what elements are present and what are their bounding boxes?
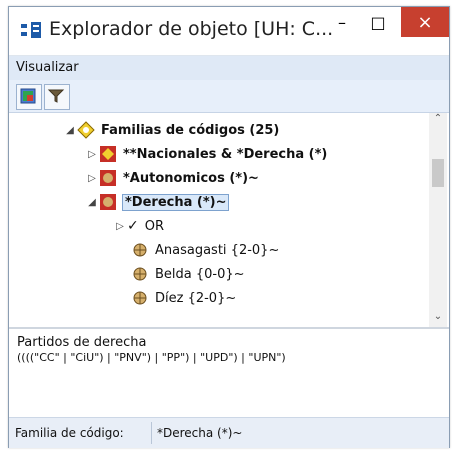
filter-button[interactable] <box>44 84 70 110</box>
collapse-icon[interactable]: ◢ <box>85 197 99 208</box>
close-icon: × <box>417 11 433 33</box>
expand-icon[interactable]: ▷ <box>85 149 99 160</box>
window-title: Explorador de objeto [UH: C... <box>49 18 334 40</box>
description-pane: Partidos de derecha (((("CC" | "CiU") | … <box>9 329 449 418</box>
tree-item-label: OR <box>144 218 164 234</box>
code-icon <box>133 267 147 281</box>
menu-item-visualizar[interactable]: Visualizar <box>16 60 79 75</box>
maximize-icon: □ <box>370 12 386 32</box>
tree-item-belda[interactable]: Belda {0-0}~ <box>131 263 245 285</box>
scroll-thumb[interactable] <box>432 159 444 187</box>
tree-item-label: Díez {2-0}~ <box>155 290 237 306</box>
code-family-icon <box>100 170 116 186</box>
menu-bar: Visualizar <box>9 56 449 80</box>
network-view-icon <box>20 88 36 104</box>
toolbar <box>9 80 449 113</box>
code-family-icon <box>77 121 95 139</box>
minimize-icon: – <box>338 12 346 32</box>
status-label: Familia de código: <box>15 426 124 440</box>
filter-icon <box>47 89 65 103</box>
scroll-up-icon[interactable]: ⌃ <box>429 113 447 129</box>
tree-item-label: Belda {0-0}~ <box>155 266 245 282</box>
tree-item-label: Anasagasti {2-0}~ <box>155 242 280 258</box>
code-icon <box>133 243 147 257</box>
tree-item-label: Familias de códigos (25) <box>101 122 280 138</box>
tree-item-familias[interactable]: ◢ Familias de códigos (25) <box>63 119 279 141</box>
code-family-icon <box>100 194 116 210</box>
tree-item-label: *Derecha (*)~ <box>121 193 230 211</box>
minimize-button[interactable]: – <box>325 7 359 37</box>
tree-item-autonomicos[interactable]: ▷ *Autonomicos (*)~ <box>85 167 259 189</box>
tree-item-or[interactable]: ▷ ✓ OR <box>113 215 164 237</box>
network-view-button[interactable] <box>16 84 42 110</box>
or-operator-icon: ✓ <box>127 218 139 234</box>
tree-item-label: **Nacionales & *Derecha (*) <box>123 146 328 162</box>
app-icon <box>21 22 41 38</box>
title-bar: Explorador de objeto [UH: C... – □ × <box>9 7 449 56</box>
description-title: Partidos de derecha <box>17 335 147 350</box>
status-bar: Familia de código: *Derecha (*)~ <box>9 417 449 448</box>
maximize-button[interactable]: □ <box>361 7 395 37</box>
tree-item-anasagasti[interactable]: Anasagasti {2-0}~ <box>131 239 279 261</box>
tree-item-derecha[interactable]: ◢ *Derecha (*)~ <box>85 191 230 213</box>
close-button[interactable]: × <box>401 7 449 37</box>
collapse-icon[interactable]: ◢ <box>63 125 77 136</box>
tree-item-label: *Autonomicos (*)~ <box>123 170 259 186</box>
scroll-down-icon[interactable]: ⌄ <box>429 311 447 327</box>
code-icon <box>133 291 147 305</box>
expand-icon[interactable]: ▷ <box>113 221 127 232</box>
status-value: *Derecha (*)~ <box>157 426 243 440</box>
tree-item-diez[interactable]: Díez {2-0}~ <box>131 287 236 309</box>
description-query: (((("CC" | "CiU") | "PNV") | "PP") | "UP… <box>17 351 286 364</box>
object-explorer-window: Explorador de objeto [UH: C... – □ × Vis… <box>8 6 450 448</box>
object-tree[interactable]: ◢ Familias de códigos (25) ▷ **Nacionale… <box>9 113 449 329</box>
code-family-icon <box>100 146 116 162</box>
expand-icon[interactable]: ▷ <box>85 173 99 184</box>
tree-scrollbar[interactable]: ⌃ ⌄ <box>429 113 447 327</box>
tree-item-nacionales-derecha[interactable]: ▷ **Nacionales & *Derecha (*) <box>85 143 327 165</box>
status-separator <box>151 422 152 444</box>
